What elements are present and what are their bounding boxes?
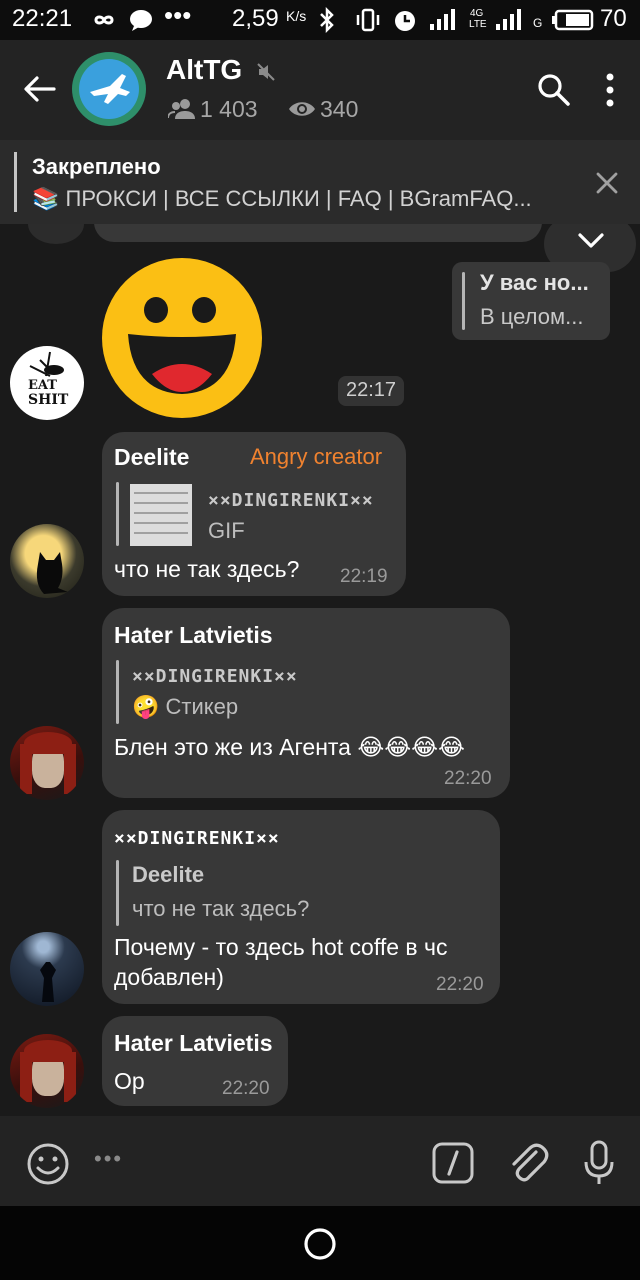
reply-preview-text: В целом...	[480, 304, 584, 329]
message-text-line1: Почему - то здесь hot coffe в чс	[114, 934, 448, 960]
typing-dots-icon: •••	[94, 1146, 124, 1171]
reply-sender-name: Deelite	[132, 862, 205, 887]
message-text-line2: добавлен)	[114, 964, 224, 990]
avatar-text-line1: EAT	[28, 378, 57, 393]
sender-name: Hater Latvietis	[114, 622, 273, 648]
net-g: G	[533, 16, 543, 30]
message-bubble[interactable]: Hater Latvietis Ор 22:20	[102, 1016, 288, 1106]
previous-avatar	[28, 224, 84, 244]
emoji-icon[interactable]	[26, 1142, 70, 1186]
bluetooth-icon	[320, 7, 334, 33]
muted-icon	[257, 63, 275, 81]
signal-strength-2-icon	[496, 9, 521, 30]
message-bubble[interactable]: ××DINGIRENKI×× Deelite что не так здесь?…	[102, 810, 500, 1004]
close-icon[interactable]	[596, 172, 618, 194]
signal-strength-icon	[430, 9, 455, 30]
microphone-icon[interactable]	[582, 1140, 616, 1188]
channel-avatar[interactable]	[72, 52, 146, 126]
sender-name: ××DINGIRENKI××	[114, 828, 280, 849]
reply-sender-name: ××DINGIRENKI××	[132, 666, 298, 687]
status-bar: 22:21 ••• 2,59 K/s 4G LTE G 70	[0, 0, 640, 40]
battery-icon	[552, 9, 594, 31]
pinned-message-bar[interactable]: Закреплено 📚 ПРОКСИ | ВСЕ ССЫЛКИ | FAQ |…	[0, 140, 640, 224]
message-time: 22:19	[340, 566, 388, 587]
chat-title: AltTG	[166, 54, 243, 85]
avatar-dark-figure[interactable]	[10, 932, 84, 1006]
cat-icon	[36, 552, 68, 594]
previous-message-bubble	[94, 224, 542, 242]
chevron-down-icon	[578, 233, 604, 248]
attach-icon[interactable]	[506, 1140, 550, 1186]
gif-thumbnail[interactable]	[130, 484, 192, 546]
sticker-time: 22:17	[346, 379, 397, 401]
message-notification-icon	[130, 10, 152, 31]
message-bubble[interactable]: Hater Latvietis ××DINGIRENKI×× 🤪 Стикер …	[102, 608, 510, 798]
pinned-text: 📚 ПРОКСИ | ВСЕ ССЫЛКИ | FAQ | BGramFAQ..…	[32, 186, 532, 211]
avatar-red-hair[interactable]	[10, 726, 84, 800]
message-time: 22:20	[222, 1078, 270, 1099]
avatar-red-hair[interactable]	[10, 1034, 84, 1108]
bot-commands-icon[interactable]	[432, 1142, 474, 1184]
status-time: 22:21	[12, 5, 73, 32]
system-navigation-bar	[0, 1206, 640, 1280]
vibrate-icon	[356, 8, 380, 32]
back-arrow-icon[interactable]	[22, 74, 56, 104]
infinity-icon	[94, 15, 114, 25]
alarm-icon	[395, 11, 415, 31]
search-icon[interactable]	[536, 72, 572, 108]
members-icon	[168, 99, 195, 119]
network-speed: 2,59	[232, 5, 279, 32]
home-button-icon[interactable]	[302, 1226, 338, 1262]
figure-icon	[40, 962, 56, 1002]
avatar-eat-shit[interactable]: EAT SHIT	[10, 346, 84, 420]
network-speed-unit: K/s	[286, 8, 307, 24]
net-4g: 4G	[470, 8, 484, 19]
battery-level: 70	[600, 5, 627, 32]
smiley-sticker[interactable]	[100, 256, 264, 420]
avatar-cat-moon[interactable]	[10, 524, 84, 598]
reply-text: что не так здесь?	[132, 896, 310, 921]
message-text: Блен это же из Агента 😂😂😂😂	[114, 734, 465, 760]
chat-messages[interactable]: У вас но... В целом... 22:17 EAT SHIT De…	[0, 224, 640, 1116]
reply-preview-bubble[interactable]: У вас но... В целом...	[452, 262, 610, 340]
eye-icon	[289, 102, 315, 116]
message-input-bar: •••	[0, 1116, 640, 1206]
online-count: 340	[320, 96, 359, 122]
sender-name: Hater Latvietis	[114, 1030, 273, 1056]
sender-name: Deelite	[114, 444, 190, 470]
reply-preview-title: У вас но...	[480, 270, 589, 295]
more-menu-icon[interactable]	[604, 72, 616, 108]
net-lte: LTE	[469, 19, 487, 30]
chat-header: AltTG 1 403 340	[0, 40, 640, 140]
pinned-label: Закреплено	[32, 154, 161, 179]
avatar-text-line2: SHIT	[28, 392, 69, 408]
message-time: 22:20	[436, 974, 484, 995]
reply-text: 🤪 Стикер	[132, 694, 239, 719]
reply-text: GIF	[208, 518, 245, 543]
sender-role-badge: Angry creator	[250, 444, 383, 469]
message-time: 22:20	[444, 768, 492, 789]
jet-plane-icon	[90, 74, 130, 104]
more-notifications-icon: •••	[164, 0, 192, 30]
message-text: что не так здесь?	[114, 556, 300, 582]
members-count: 1 403	[200, 96, 258, 122]
reply-sender-name: ××DINGIRENKI××	[208, 490, 374, 511]
message-input-field[interactable]: •••	[92, 1146, 332, 1176]
pinned-accent-bar	[14, 152, 17, 212]
message-text: Ор	[114, 1068, 145, 1094]
message-bubble[interactable]: Deelite Angry creator ××DINGIRENKI×× GIF…	[102, 432, 406, 596]
